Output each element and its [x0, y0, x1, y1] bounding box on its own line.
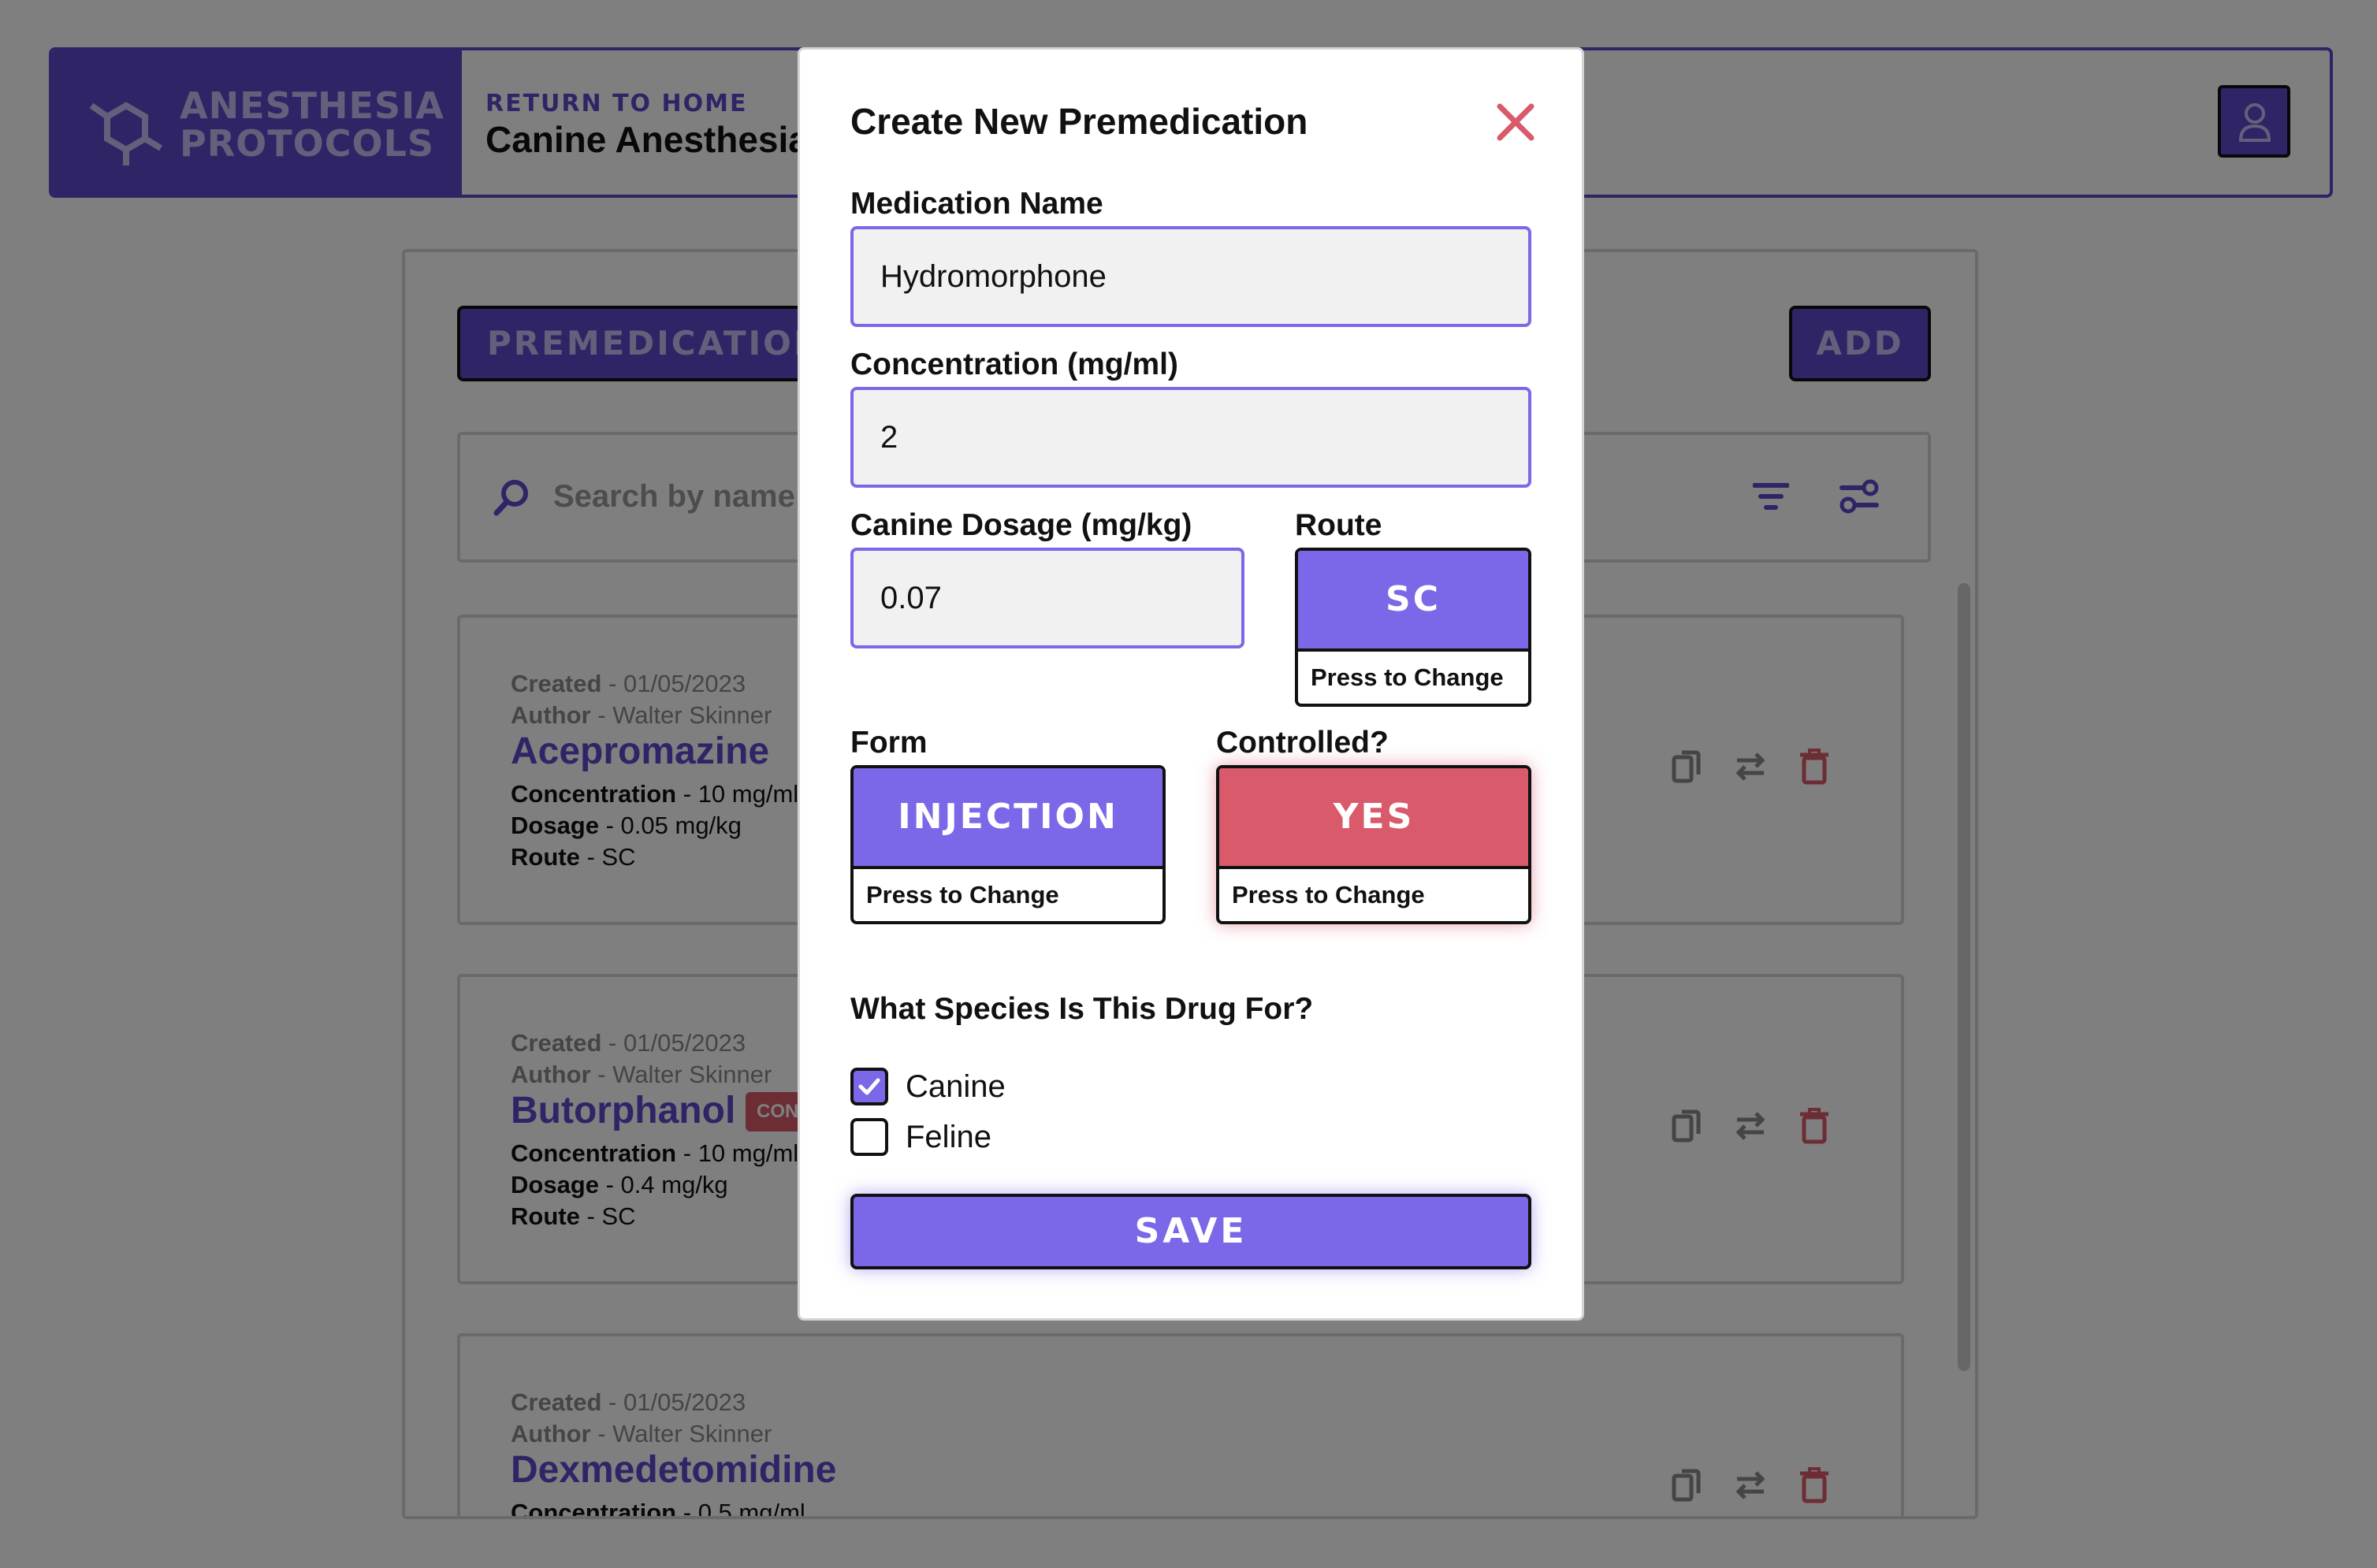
press-to-change-hint: Press to Change	[866, 881, 1059, 908]
route-label: Route	[1295, 508, 1382, 542]
feline-checkbox[interactable]	[850, 1118, 888, 1156]
species-option-feline[interactable]: Feline	[850, 1118, 991, 1156]
dosage-input[interactable]: 0.07	[850, 548, 1244, 648]
checkmark-icon	[858, 1078, 880, 1095]
species-option-canine[interactable]: Canine	[850, 1068, 1006, 1105]
controlled-label: Controlled?	[1216, 726, 1389, 760]
close-icon[interactable]	[1495, 102, 1536, 143]
form-toggle-button[interactable]: INJECTION Press to Change	[850, 765, 1166, 924]
press-to-change-hint: Press to Change	[1311, 663, 1504, 691]
species-question: What Species Is This Drug For?	[850, 992, 1314, 1026]
route-toggle-button[interactable]: SC Press to Change	[1295, 548, 1531, 707]
create-premedication-modal: Create New Premedication Medication Name…	[798, 47, 1584, 1321]
canine-label: Canine	[906, 1068, 1006, 1104]
canine-checkbox[interactable]	[850, 1068, 888, 1105]
controlled-value: YES	[1219, 768, 1528, 869]
feline-label: Feline	[906, 1119, 991, 1154]
form-label: Form	[850, 726, 928, 760]
dosage-label: Canine Dosage (mg/kg)	[850, 508, 1192, 542]
form-value: INJECTION	[854, 768, 1162, 869]
route-value: SC	[1298, 551, 1528, 652]
controlled-toggle-button[interactable]: YES Press to Change	[1216, 765, 1531, 924]
concentration-label: Concentration (mg/ml)	[850, 347, 1178, 381]
press-to-change-hint: Press to Change	[1232, 881, 1425, 908]
concentration-input[interactable]: 2	[850, 387, 1531, 488]
medication-name-label: Medication Name	[850, 187, 1103, 221]
medication-name-input[interactable]: Hydromorphone	[850, 226, 1531, 327]
modal-title: Create New Premedication	[850, 101, 1308, 142]
save-button[interactable]: SAVE	[850, 1194, 1531, 1269]
